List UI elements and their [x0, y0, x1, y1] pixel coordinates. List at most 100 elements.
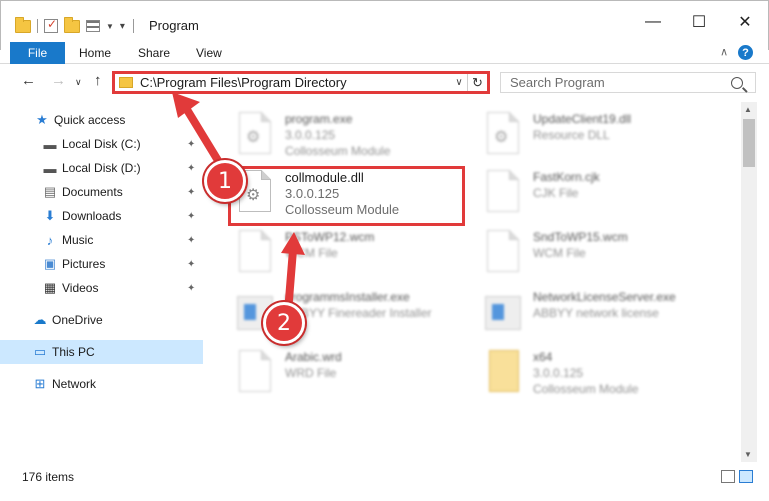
file-name: x64: [533, 350, 553, 364]
scroll-up-icon[interactable]: ▲: [744, 105, 752, 114]
chevron-down-icon[interactable]: ▼: [106, 22, 114, 31]
pin-icon[interactable]: ✦: [187, 259, 195, 270]
file-name: UpdateClient19.dll: [533, 112, 632, 126]
search-icon: [731, 76, 743, 89]
address-row: ← → ∨ ↑ C:\Program Files\Program Directo…: [0, 64, 769, 100]
pin-icon[interactable]: ✦: [187, 235, 195, 246]
cloud-icon: ☁: [33, 312, 47, 327]
sidebar-item-quick-access[interactable]: ★ Quick access: [0, 108, 203, 132]
up-button[interactable]: ↑: [94, 72, 102, 89]
file-item[interactable]: SndToWP15.wcm WCM File: [463, 224, 703, 280]
vertical-scrollbar[interactable]: ▲ ▼: [741, 102, 757, 462]
network-icon: ⊞: [34, 376, 46, 391]
sidebar-item-pictures[interactable]: ▣ Pictures ✦: [0, 252, 203, 276]
back-button[interactable]: ←: [21, 72, 36, 89]
tab-share[interactable]: Share: [138, 46, 170, 60]
sidebar-item-label: Local Disk (D:): [62, 161, 141, 175]
file-item[interactable]: FastKorn.cjk CJK File: [463, 164, 703, 220]
file-item[interactable]: x64 3.0.0.125 Collosseum Module: [463, 344, 703, 400]
sidebar-item-label: Pictures: [62, 257, 106, 271]
search-input[interactable]: Search Program: [500, 72, 756, 93]
maximize-button[interactable]: ☐: [676, 7, 722, 37]
sidebar-item-this-pc[interactable]: ▭ This PC: [0, 340, 203, 364]
search-placeholder: Search Program: [510, 75, 605, 90]
step-2-callout: 2: [263, 302, 305, 344]
installer-icon: [485, 290, 523, 336]
documents-icon: ▤: [43, 184, 57, 199]
tab-home[interactable]: Home: [79, 46, 111, 60]
scroll-down-icon[interactable]: ▼: [744, 450, 752, 459]
folder-icon[interactable]: [15, 16, 31, 33]
document-icon: [485, 230, 523, 276]
computer-icon: ▭: [33, 344, 47, 359]
properties-check-icon[interactable]: [44, 17, 58, 33]
file-type: WCM File: [533, 246, 586, 260]
download-icon: ⬇: [44, 208, 56, 223]
sidebar-item-label: Documents: [62, 185, 123, 199]
view-properties-icon[interactable]: [86, 20, 100, 32]
file-description: Collosseum Module: [533, 382, 639, 396]
file-item[interactable]: ⚙ UpdateClient19.dll Resource DLL: [463, 106, 703, 162]
file-item[interactable]: PSToWP12.wcm WCM File: [215, 224, 455, 280]
document-icon: [237, 350, 275, 396]
sidebar-item-local-disk-d[interactable]: ▬ Local Disk (D:) ✦: [0, 156, 203, 180]
pin-icon[interactable]: ✦: [187, 211, 195, 222]
file-item[interactable]: ⚙ program.exe 3.0.0.125 Collosseum Module: [215, 106, 455, 162]
sidebar-item-videos[interactable]: ▦ Videos ✦: [0, 276, 203, 300]
address-dropdown-icon[interactable]: ∨: [451, 77, 467, 88]
customize-toolbar-icon[interactable]: ▾: [120, 21, 125, 32]
sidebar-item-label: Videos: [62, 281, 99, 295]
minimize-button[interactable]: —: [630, 7, 676, 37]
sidebar-item-label: This PC: [52, 345, 95, 359]
file-name: FastKorn.cjk: [533, 170, 600, 184]
sidebar-item-local-disk-c[interactable]: ▬ Local Disk (C:) ✦: [0, 132, 203, 156]
file-name: NetworkLicenseServer.exe: [533, 290, 676, 304]
file-name: program.exe: [285, 112, 353, 126]
status-bar: 176 items: [0, 462, 769, 492]
recent-locations-icon[interactable]: ∨: [75, 77, 82, 88]
sidebar-item-label: OneDrive: [52, 313, 103, 327]
refresh-button[interactable]: ↻: [467, 74, 487, 91]
file-item[interactable]: NetworkLicenseServer.exe ABBYY network li…: [463, 284, 703, 340]
sidebar-item-label: Network: [52, 377, 97, 391]
close-button[interactable]: ✕: [722, 7, 768, 37]
pin-icon[interactable]: ✦: [187, 187, 195, 198]
address-path[interactable]: C:\Program Files\Program Directory: [140, 75, 451, 90]
file-item[interactable]: Arabic.wrd WRD File: [215, 344, 455, 400]
file-type: 3.0.0.125: [533, 366, 584, 380]
file-type: ABBYY Finereader Installer: [285, 306, 432, 320]
tab-view[interactable]: View: [196, 46, 222, 60]
folder-icon: [119, 77, 133, 88]
sidebar-item-label: Downloads: [62, 209, 122, 223]
sidebar-item-onedrive[interactable]: ☁ OneDrive: [0, 308, 203, 332]
scroll-thumb[interactable]: [743, 119, 755, 167]
pin-icon[interactable]: ✦: [187, 139, 195, 150]
forward-button[interactable]: →: [51, 72, 66, 89]
ribbon-tabs: File Home Share View ∨ ?: [0, 42, 769, 64]
file-name: programmsInstaller.exe: [285, 290, 410, 304]
file-item[interactable]: programmsInstaller.exe ABBYY Finereader I…: [215, 284, 455, 340]
details-view-icon[interactable]: [721, 470, 735, 483]
folder-icon: [485, 350, 523, 396]
help-icon[interactable]: ?: [738, 45, 753, 60]
tiles-view-icon[interactable]: [739, 470, 753, 483]
highlight-box: [228, 166, 465, 226]
sidebar-item-music[interactable]: ♪ Music ✦: [0, 228, 203, 252]
quick-access-toolbar: ▼ ▾: [15, 15, 134, 37]
sidebar-item-documents[interactable]: ▤ Documents ✦: [0, 180, 203, 204]
pin-icon[interactable]: ✦: [187, 283, 195, 294]
separator: [132, 19, 134, 33]
tab-file[interactable]: File: [10, 42, 65, 64]
step-1-callout: 1: [204, 160, 246, 202]
address-bar[interactable]: C:\Program Files\Program Directory ∨ ↻: [112, 71, 490, 94]
file-name: SndToWP15.wcm: [533, 230, 628, 244]
new-folder-icon[interactable]: [64, 16, 80, 33]
sidebar-item-downloads[interactable]: ⬇ Downloads ✦: [0, 204, 203, 228]
exe-icon: ⚙: [237, 112, 275, 158]
collapse-ribbon-icon[interactable]: ∨: [720, 46, 728, 59]
sidebar-item-network[interactable]: ⊞ Network: [0, 372, 203, 396]
pin-icon[interactable]: ✦: [187, 163, 195, 174]
window-title: Program: [149, 18, 199, 33]
item-count: 176 items: [22, 470, 75, 484]
view-buttons: [721, 470, 753, 483]
